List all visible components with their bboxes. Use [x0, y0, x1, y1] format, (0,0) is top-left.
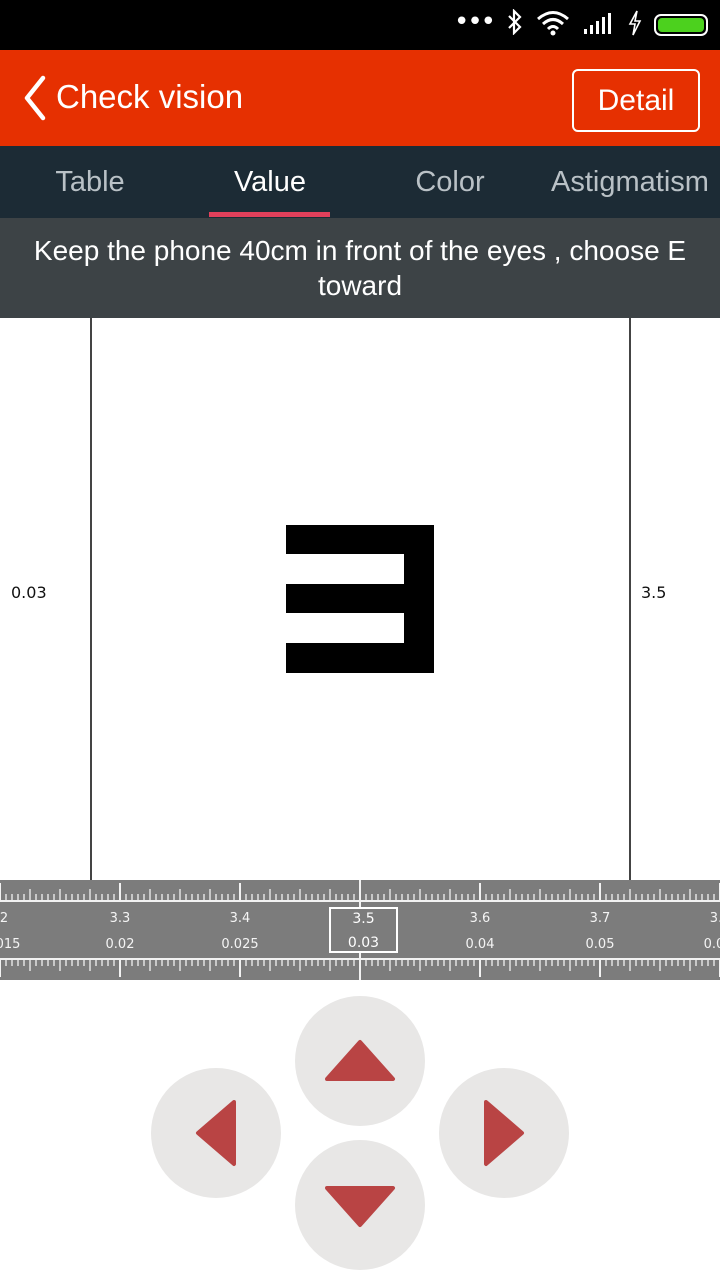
tab-table[interactable]: Table [0, 146, 180, 218]
selected-decimal: 0.03 [347, 935, 380, 951]
app-header: Check vision Detail [0, 50, 720, 146]
ruler-selected-marker: 3.5 0.03 [329, 907, 398, 953]
more-dots-icon: ••• [453, 7, 496, 37]
chevron-left-icon [24, 75, 46, 121]
arrow-left-icon [196, 1100, 236, 1166]
arrow-down-icon [325, 1186, 395, 1227]
tab-bar: Table Value Color Astigmatism [0, 146, 720, 218]
test-area: 0.03 3.5 [0, 318, 720, 880]
ruler-decimal: 0.04 [465, 937, 495, 952]
ruler-value: 3.3 [109, 911, 131, 926]
right-divider [629, 318, 631, 880]
ruler-decimal: 0.0 [703, 937, 720, 952]
tab-value[interactable]: Value [180, 146, 360, 218]
down-button[interactable] [295, 1140, 425, 1270]
left-button[interactable] [151, 1068, 281, 1198]
battery-icon [654, 14, 708, 36]
charging-icon [628, 10, 642, 40]
status-bar: ••• [0, 0, 720, 50]
ruler-decimal: 015 [0, 937, 21, 952]
ruler-value: 3. [709, 911, 720, 926]
right-button[interactable] [439, 1068, 569, 1198]
ruler-value: 3.7 [589, 911, 611, 926]
tab-astigmatism[interactable]: Astigmatism [540, 146, 720, 218]
ruler-decimal: 0.05 [585, 937, 615, 952]
ruler-decimal: 0.025 [221, 937, 259, 952]
active-tab-indicator [209, 212, 330, 217]
ruler-value: 3.4 [229, 911, 251, 926]
page-title: Check vision [56, 78, 244, 115]
back-button[interactable] [14, 72, 58, 124]
detail-button[interactable]: Detail [572, 69, 700, 132]
status-icons: ••• [454, 8, 708, 42]
bluetooth-icon [506, 8, 524, 41]
ruler-decimal: 0.02 [105, 937, 135, 952]
arrow-up-icon [325, 1040, 395, 1081]
instruction-banner: Keep the phone 40cm in front of the eyes… [0, 218, 720, 318]
acuity-ruler[interactable]: 2 3.3 3.4 3.6 3.7 3. 015 0.02 0.025 0.04… [0, 880, 720, 980]
signal-icon [582, 11, 616, 39]
tumbling-e-optotype [286, 525, 434, 673]
tab-color[interactable]: Color [360, 146, 540, 218]
arrow-right-icon [484, 1100, 524, 1166]
wifi-icon [536, 10, 570, 40]
ruler-value: 2 [0, 911, 9, 926]
app-root: ••• Check vision Detail Table Value Colo… [0, 0, 720, 1280]
logmar-acuity-label: 3.5 [641, 583, 667, 602]
decimal-acuity-label: 0.03 [11, 583, 47, 602]
left-divider [90, 318, 92, 880]
selected-value: 3.5 [352, 911, 375, 927]
up-button[interactable] [295, 996, 425, 1126]
ruler-value: 3.6 [469, 911, 491, 926]
